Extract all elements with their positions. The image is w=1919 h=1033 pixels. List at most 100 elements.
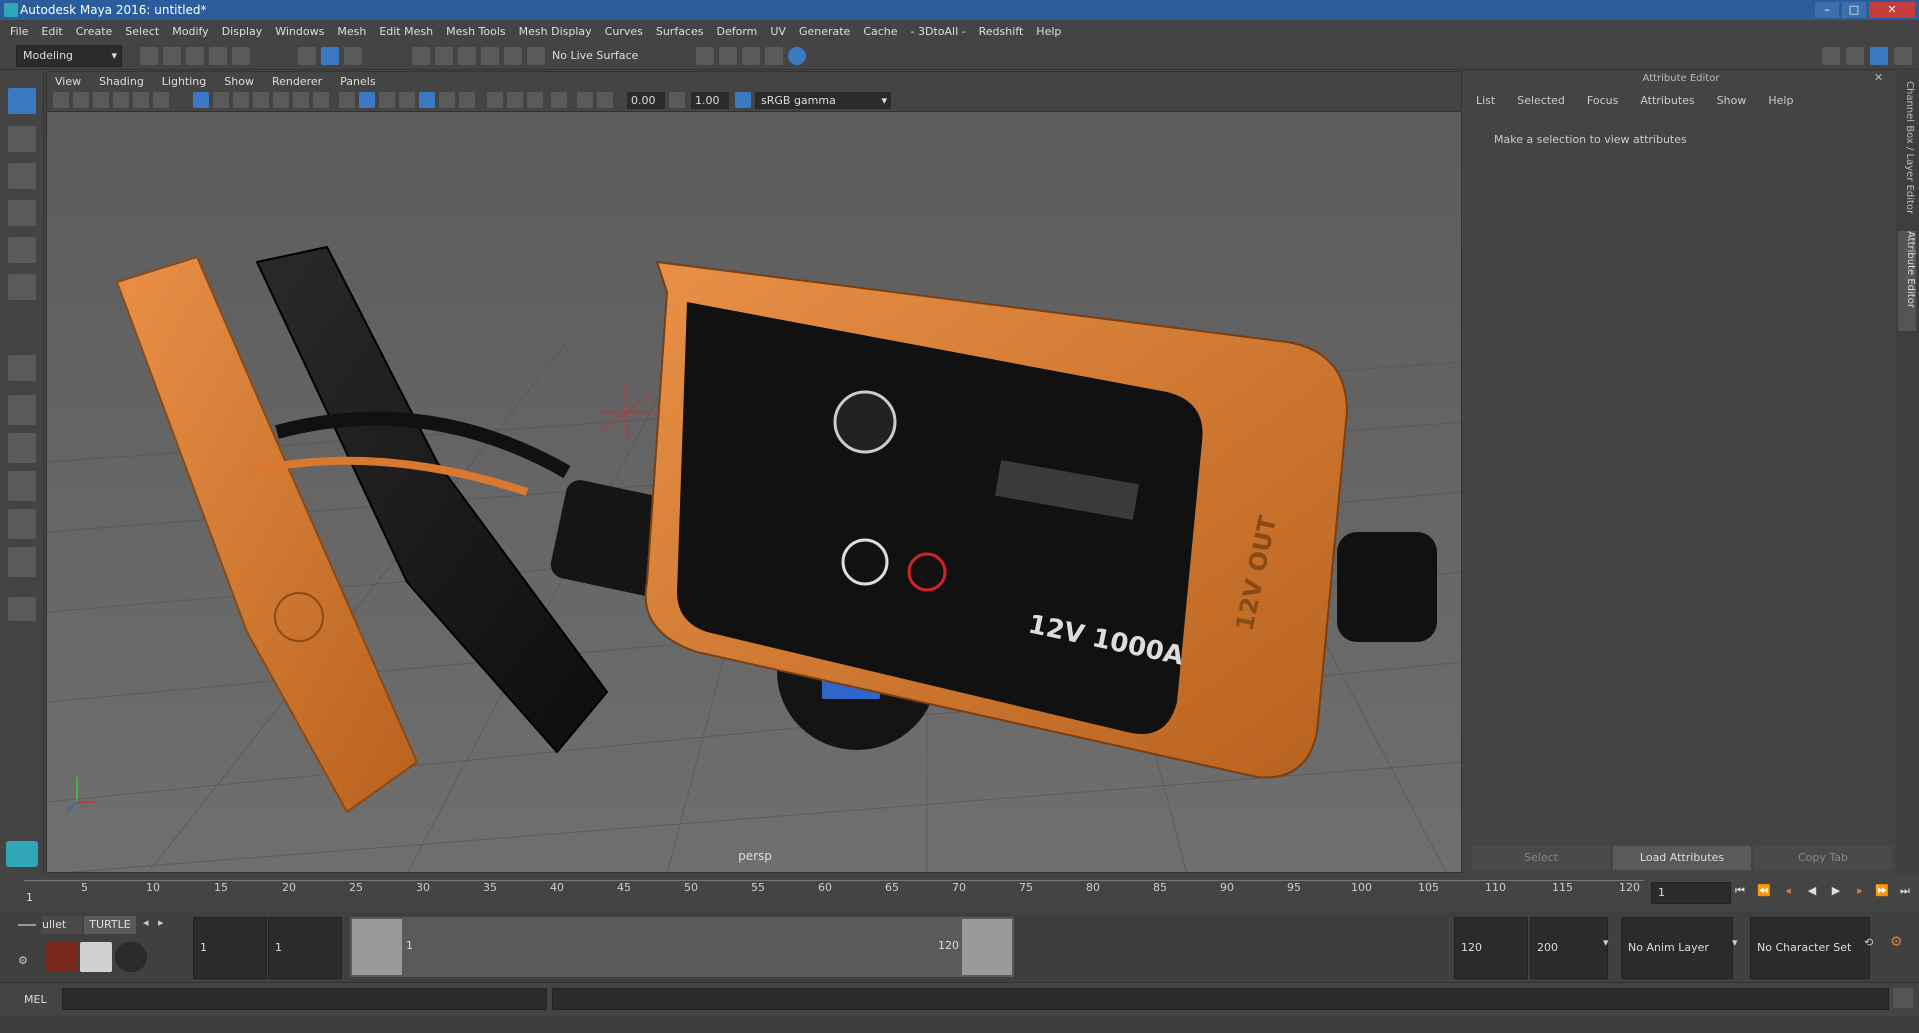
step-back-key-icon[interactable]: ⏪ xyxy=(1754,884,1774,897)
render-view-icon[interactable] xyxy=(696,47,714,65)
timeline-ruler[interactable]: 1 5 10 15 20 25 30 35 40 45 50 55 60 65 … xyxy=(24,880,1644,904)
field-chart-icon[interactable] xyxy=(273,92,289,108)
character-set-dropdown[interactable]: No Character Set xyxy=(1750,917,1870,979)
shelf-menu-icon[interactable] xyxy=(18,924,36,934)
menu-mesh-display[interactable]: Mesh Display xyxy=(519,25,592,38)
persp-graph-layout-icon[interactable] xyxy=(8,471,36,501)
ipr-render-icon[interactable] xyxy=(742,47,760,65)
viewport-menu-shading[interactable]: Shading xyxy=(99,75,144,88)
menu-surfaces[interactable]: Surfaces xyxy=(656,25,704,38)
menu-edit[interactable]: Edit xyxy=(41,25,62,38)
viewport-menu-lighting[interactable]: Lighting xyxy=(162,75,206,88)
menu-uv[interactable]: UV xyxy=(770,25,786,38)
menu-mesh-tools[interactable]: Mesh Tools xyxy=(446,25,506,38)
four-view-layout-icon[interactable] xyxy=(8,395,36,425)
isolate-select-icon[interactable] xyxy=(487,92,503,108)
grid-toggle-icon[interactable] xyxy=(193,92,209,108)
snap-surface-icon[interactable] xyxy=(504,47,522,65)
shelf-tab-bullet[interactable]: ullet xyxy=(42,916,82,934)
camera-select-icon[interactable] xyxy=(53,92,69,108)
play-backward-icon[interactable]: ◀ xyxy=(1802,884,1822,897)
go-to-start-icon[interactable]: ⏮ xyxy=(1730,884,1750,898)
chevron-down-icon[interactable]: ▾ xyxy=(1732,936,1744,949)
render-settings-icon[interactable] xyxy=(765,47,783,65)
shader-ball-icon[interactable] xyxy=(115,942,147,972)
reset-exposure-icon[interactable] xyxy=(597,92,613,108)
attribute-editor-toggle-icon[interactable] xyxy=(1846,47,1864,65)
modeling-toolkit-icon[interactable] xyxy=(1822,47,1840,65)
menu-generate[interactable]: Generate xyxy=(799,25,850,38)
backface-culling-icon[interactable] xyxy=(551,92,567,108)
render-frame-icon[interactable] xyxy=(719,47,737,65)
menu-cache[interactable]: Cache xyxy=(863,25,897,38)
gear-icon[interactable]: ⚙ xyxy=(18,954,32,967)
script-editor-icon[interactable] xyxy=(1893,988,1913,1008)
menu-select[interactable]: Select xyxy=(125,25,159,38)
smooth-shade-icon[interactable] xyxy=(359,92,375,108)
gate-mask-icon[interactable] xyxy=(253,92,269,108)
playback-start-field[interactable]: 1 xyxy=(268,917,342,979)
redo-icon[interactable] xyxy=(232,47,250,65)
playback-end-field[interactable]: 120 xyxy=(1454,917,1528,979)
lights-icon[interactable] xyxy=(419,92,435,108)
menu-edit-mesh[interactable]: Edit Mesh xyxy=(379,25,433,38)
snap-point-icon[interactable] xyxy=(458,47,476,65)
viewport-menu-renderer[interactable]: Renderer xyxy=(272,75,322,88)
safe-action-icon[interactable] xyxy=(293,92,309,108)
step-forward-frame-icon[interactable]: ▸ xyxy=(1850,884,1870,897)
save-scene-icon[interactable] xyxy=(186,47,204,65)
close-icon[interactable]: ✕ xyxy=(1869,2,1915,18)
chevron-left-icon[interactable]: ◂ xyxy=(143,916,153,929)
chevron-right-icon[interactable]: ▸ xyxy=(158,916,168,929)
attr-menu-show[interactable]: Show xyxy=(1717,94,1747,107)
viewport-menu-show[interactable]: Show xyxy=(224,75,254,88)
viewport-menu-panels[interactable]: Panels xyxy=(340,75,375,88)
range-slider-track[interactable] xyxy=(1014,917,1448,977)
move-tool-icon[interactable] xyxy=(8,200,36,226)
snap-view-icon[interactable] xyxy=(481,47,499,65)
resolution-gate-icon[interactable] xyxy=(233,92,249,108)
render-layer-icon[interactable] xyxy=(80,942,112,972)
safe-title-icon[interactable] xyxy=(313,92,329,108)
menu-mesh[interactable]: Mesh xyxy=(337,25,366,38)
script-language-label[interactable]: MEL xyxy=(24,991,64,1009)
bookmark-icon[interactable] xyxy=(93,92,109,108)
hypershade-layout-icon[interactable] xyxy=(8,509,36,539)
open-scene-icon[interactable] xyxy=(163,47,181,65)
channel-box-tab[interactable]: Channel Box / Layer Editor xyxy=(1899,81,1915,231)
chevron-down-icon[interactable]: ▾ xyxy=(1603,936,1615,949)
attr-menu-help[interactable]: Help xyxy=(1768,94,1793,107)
menu-file[interactable]: File xyxy=(10,25,28,38)
attribute-editor-tab[interactable]: Attribute Editor xyxy=(1898,231,1916,331)
menu-deform[interactable]: Deform xyxy=(716,25,757,38)
exposure-icon[interactable] xyxy=(577,92,593,108)
select-object-icon[interactable] xyxy=(321,47,339,65)
exposure-field[interactable]: 0.00 xyxy=(627,92,665,109)
menu-display[interactable]: Display xyxy=(222,25,263,38)
menu-modify[interactable]: Modify xyxy=(172,25,208,38)
step-forward-key-icon[interactable]: ⏩ xyxy=(1872,884,1892,897)
anim-layer-dropdown[interactable]: No Anim Layer xyxy=(1621,917,1733,979)
layer-editor-toggle-icon[interactable] xyxy=(1894,47,1912,65)
collapse-toolbox-icon[interactable] xyxy=(8,597,36,621)
channel-box-toggle-icon[interactable] xyxy=(1870,47,1888,65)
hypershade-icon[interactable] xyxy=(788,47,806,65)
end-time-field[interactable]: 200 xyxy=(1530,917,1608,979)
menu-windows[interactable]: Windows xyxy=(275,25,324,38)
attr-menu-focus[interactable]: Focus xyxy=(1587,94,1618,107)
new-scene-icon[interactable] xyxy=(140,47,158,65)
scale-tool-icon[interactable] xyxy=(8,274,36,300)
view-transform-dropdown[interactable]: sRGB gamma ▾ xyxy=(755,92,891,109)
range-end-handle[interactable] xyxy=(962,919,1012,975)
time-slider[interactable]: 1 5 10 15 20 25 30 35 40 45 50 55 60 65 … xyxy=(0,874,1919,912)
attr-menu-attributes[interactable]: Attributes xyxy=(1640,94,1694,107)
xray-icon[interactable] xyxy=(507,92,523,108)
undo-icon[interactable] xyxy=(209,47,227,65)
step-back-frame-icon[interactable]: ◂ xyxy=(1778,884,1798,897)
wireframe-on-shaded-icon[interactable] xyxy=(379,92,395,108)
viewport-menu-view[interactable]: View xyxy=(55,75,81,88)
shelf-tab-turtle[interactable]: TURTLE xyxy=(84,916,136,934)
go-to-end-icon[interactable]: ⏭ xyxy=(1895,884,1915,898)
mel-command-input[interactable] xyxy=(62,988,547,1010)
menu-help[interactable]: Help xyxy=(1036,25,1061,38)
